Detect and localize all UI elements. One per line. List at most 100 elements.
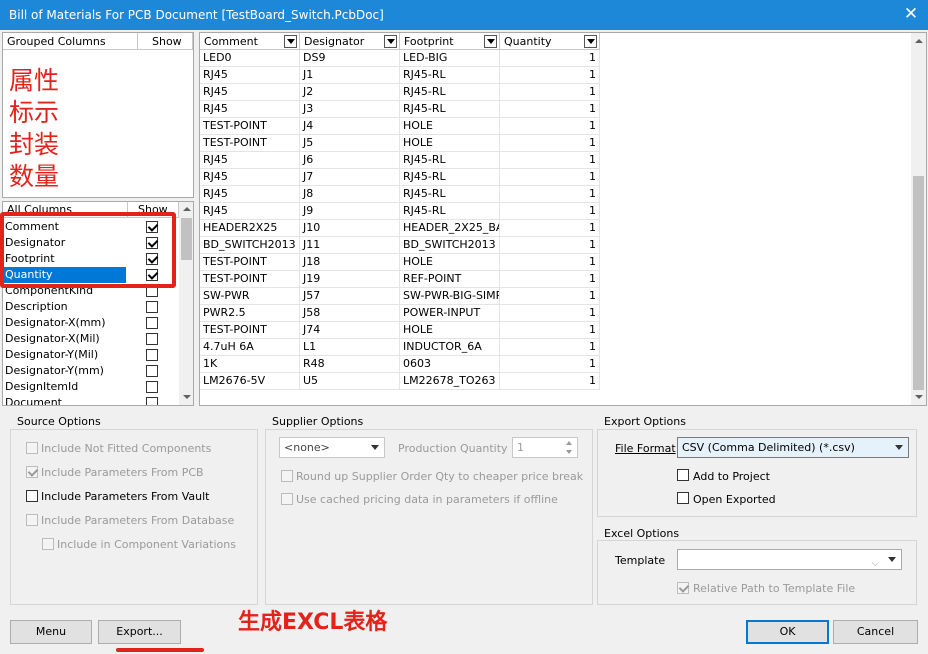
include-params-vault-label[interactable]: Include Parameters From Vault (41, 490, 210, 503)
file-format-value: CSV (Comma Delimited) (*.csv) (682, 441, 855, 454)
all-columns-item-show-checkbox[interactable] (146, 365, 158, 377)
table-row[interactable]: TEST-POINT J4 HOLE 1 (200, 118, 600, 135)
table-row[interactable]: RJ45 J7 RJ45-RL 1 (200, 169, 600, 186)
all-columns-item[interactable]: Document (3, 395, 179, 405)
table-row[interactable]: SW-PWR J57 SW-PWR-BIG-SIMP 1 (200, 288, 600, 305)
cancel-button[interactable]: Cancel (833, 620, 918, 644)
cell-quantity: 1 (500, 322, 600, 339)
cell-footprint: RJ45-RL (400, 152, 500, 169)
grouped-columns-header: Grouped Columns Show (3, 33, 193, 50)
template-select[interactable]: ⌵ (677, 549, 902, 570)
table-row[interactable]: TEST-POINT J19 REF-POINT 1 (200, 271, 600, 288)
all-columns-item[interactable]: Designator-Y(Mil) (3, 347, 179, 363)
all-columns-item-show-checkbox[interactable] (146, 381, 158, 393)
include-not-fitted-label: Include Not Fitted Components (41, 442, 212, 455)
annotation-quantity: 数量 (9, 162, 60, 191)
table-row[interactable]: 1K R48 0603 1 (200, 356, 600, 373)
all-columns-item-label[interactable]: Designator-X(Mil) (3, 331, 126, 347)
grouped-columns-col-name[interactable]: Grouped Columns (3, 33, 138, 50)
table-row[interactable]: RJ45 J8 RJ45-RL 1 (200, 186, 600, 203)
all-columns-item-label[interactable]: Designator-Y(mm) (3, 363, 126, 379)
cell-footprint: LM22678_TO263 (400, 373, 500, 390)
cell-designator: DS9 (300, 50, 400, 67)
all-columns-scrollbar[interactable] (179, 202, 193, 405)
table-row[interactable]: LM2676-5V U5 LM22678_TO263 1 (200, 373, 600, 390)
table-row[interactable]: RJ45 J3 RJ45-RL 1 (200, 101, 600, 118)
designator-filter-dropdown-icon[interactable] (384, 35, 397, 48)
production-quantity-value: 1 (517, 441, 524, 454)
footprint-filter-dropdown-icon[interactable] (484, 35, 497, 48)
menu-button[interactable]: Menu (10, 620, 92, 644)
all-columns-item[interactable]: Designator-Y(mm) (3, 363, 179, 379)
all-columns-item-label[interactable]: Document (3, 395, 126, 405)
column-header-footprint-label: Footprint (404, 35, 454, 48)
open-exported-label[interactable]: Open Exported (693, 493, 776, 506)
scroll-thumb[interactable] (913, 176, 924, 390)
chevron-down-icon[interactable]: ⌵ (871, 554, 879, 573)
comment-filter-dropdown-icon[interactable] (284, 35, 297, 48)
all-columns-item-show-checkbox[interactable] (146, 317, 158, 329)
cell-footprint: HOLE (400, 135, 500, 152)
column-header-footprint[interactable]: Footprint (400, 33, 500, 50)
scroll-up-arrow-icon[interactable] (915, 39, 923, 43)
all-columns-item[interactable]: Designator-X(mm) (3, 315, 179, 331)
table-row[interactable]: TEST-POINT J74 HOLE 1 (200, 322, 600, 339)
cell-quantity: 1 (500, 101, 600, 118)
table-row[interactable]: RJ45 J1 RJ45-RL 1 (200, 67, 600, 84)
table-row[interactable]: RJ45 J6 RJ45-RL 1 (200, 152, 600, 169)
open-exported-checkbox[interactable] (677, 492, 689, 504)
all-columns-item-show-checkbox[interactable] (146, 397, 158, 405)
all-columns-item[interactable]: Description (3, 299, 179, 315)
window-title: Bill of Materials For PCB Document [Test… (9, 8, 384, 22)
cell-designator: R48 (300, 356, 400, 373)
table-row[interactable]: 4.7uH 6A L1 INDUCTOR_6A 1 (200, 339, 600, 356)
column-header-comment[interactable]: Comment (200, 33, 300, 50)
table-row[interactable]: TEST-POINT J5 HOLE 1 (200, 135, 600, 152)
include-params-database-label: Include Parameters From Database (41, 514, 235, 527)
scroll-thumb[interactable] (181, 218, 192, 260)
column-header-designator[interactable]: Designator (300, 33, 400, 50)
all-columns-item-label[interactable]: Designator-Y(Mil) (3, 347, 126, 363)
bom-table-scrollbar[interactable] (911, 33, 926, 405)
all-columns-item-show-checkbox[interactable] (146, 301, 158, 313)
all-columns-item[interactable]: Designator-X(Mil) (3, 331, 179, 347)
highlight-checked-columns (0, 212, 176, 288)
grouped-columns-col-show[interactable]: Show (138, 33, 193, 50)
add-to-project-label[interactable]: Add to Project (693, 470, 770, 483)
cell-footprint: LED-BIG (400, 50, 500, 67)
table-row[interactable]: PWR2.5 J58 POWER-INPUT 1 (200, 305, 600, 322)
cell-comment: RJ45 (200, 101, 300, 118)
spin-down-icon (566, 450, 572, 454)
spin-up-icon (566, 441, 572, 445)
table-row[interactable]: BD_SWITCH2013 J11 BD_SWITCH2013 1 (200, 237, 600, 254)
table-row[interactable]: HEADER2X25 J10 HEADER_2X25_BAS 1 (200, 220, 600, 237)
ok-button[interactable]: OK (746, 620, 829, 644)
cell-quantity: 1 (500, 169, 600, 186)
all-columns-item-show-checkbox[interactable] (146, 349, 158, 361)
close-icon[interactable]: ✕ (902, 4, 920, 24)
scroll-up-arrow-icon[interactable] (183, 207, 191, 211)
export-button[interactable]: Export... (98, 620, 181, 644)
column-header-quantity[interactable]: Quantity (500, 33, 600, 50)
chevron-down-icon[interactable] (895, 445, 903, 450)
cell-comment: RJ45 (200, 67, 300, 84)
scroll-down-arrow-icon[interactable] (183, 395, 191, 399)
all-columns-item-label[interactable]: Description (3, 299, 126, 315)
all-columns-item-label[interactable]: DesignItemId (3, 379, 126, 395)
table-row[interactable]: LED0 DS9 LED-BIG 1 (200, 50, 600, 67)
table-row[interactable]: RJ45 J9 RJ45-RL 1 (200, 203, 600, 220)
all-columns-item-show-checkbox[interactable] (146, 333, 158, 345)
include-params-vault-checkbox[interactable] (26, 490, 38, 502)
add-to-project-checkbox[interactable] (677, 469, 689, 481)
table-row[interactable]: RJ45 J2 RJ45-RL 1 (200, 84, 600, 101)
include-params-pcb-checkbox (26, 466, 38, 478)
all-columns-item-label[interactable]: Designator-X(mm) (3, 315, 126, 331)
all-columns-item[interactable]: DesignItemId (3, 379, 179, 395)
quantity-filter-dropdown-icon[interactable] (584, 35, 597, 48)
round-up-label: Round up Supplier Order Qty to cheaper p… (296, 470, 584, 483)
file-format-select[interactable]: CSV (Comma Delimited) (*.csv) (677, 437, 909, 458)
column-header-comment-label: Comment (204, 35, 258, 48)
scroll-down-arrow-icon[interactable] (915, 395, 923, 399)
table-row[interactable]: TEST-POINT J18 HOLE 1 (200, 254, 600, 271)
dropdown-arrow-icon[interactable] (888, 557, 896, 562)
